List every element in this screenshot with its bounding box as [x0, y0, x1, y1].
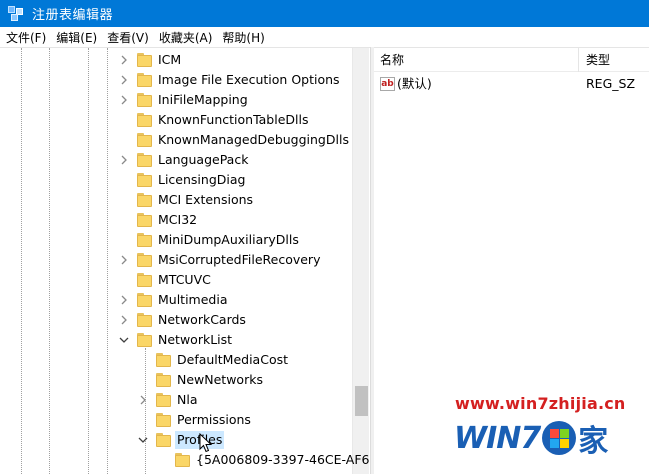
folder-icon: [137, 113, 152, 127]
folder-icon: [137, 313, 152, 327]
value-type: REG_SZ: [586, 76, 636, 91]
scrollbar-thumb[interactable]: [355, 386, 368, 416]
list-column-headers: 名称 类型: [374, 48, 649, 72]
tree-item[interactable]: KnownFunctionTableDlls: [0, 110, 352, 130]
folder-icon: [137, 133, 152, 147]
tree-item[interactable]: Multimedia: [0, 290, 352, 310]
tree-item[interactable]: NetworkCards: [0, 310, 352, 330]
value-name: (默认): [397, 76, 432, 91]
tree-item-label: Nla: [177, 392, 198, 407]
menu-favorites[interactable]: 收藏夹(A): [157, 29, 221, 46]
folder-icon: [137, 173, 152, 187]
tree-item[interactable]: MTCUVC: [0, 270, 352, 290]
tree-item[interactable]: Nla: [0, 390, 352, 410]
tree-item-label: MCI Extensions: [158, 192, 254, 207]
tree-item-label: NetworkCards: [158, 312, 246, 327]
folder-icon: [137, 153, 152, 167]
menu-bar: 文件(F) 编辑(E) 查看(V) 收藏夹(A) 帮助(H): [0, 27, 649, 47]
tree-item-label: LicensingDiag: [158, 172, 246, 187]
tree-vertical-scrollbar[interactable]: [352, 48, 369, 474]
watermark-url: www.win7zhijia.cn: [455, 394, 626, 413]
folder-icon: [137, 193, 152, 207]
chevron-right-icon[interactable]: [118, 53, 130, 67]
folder-icon: [175, 453, 190, 467]
windows-logo-icon: [542, 421, 577, 455]
chevron-right-icon[interactable]: [118, 313, 130, 327]
folder-icon: [156, 413, 171, 427]
folder-icon: [137, 213, 152, 227]
folder-icon: [137, 253, 152, 267]
tree-item-label: DefaultMediaCost: [177, 352, 289, 367]
chevron-right-icon[interactable]: [118, 73, 130, 87]
folder-icon: [156, 353, 171, 367]
tree-item-label: IniFileMapping: [158, 92, 248, 107]
tree-item-label: Permissions: [177, 412, 251, 427]
tree-item[interactable]: MCI Extensions: [0, 190, 352, 210]
tree-item[interactable]: Image File Execution Options: [0, 70, 352, 90]
tree-item[interactable]: KnownManagedDebuggingDlls: [0, 130, 352, 150]
tree-item[interactable]: MiniDumpAuxiliaryDlls: [0, 230, 352, 250]
menu-edit[interactable]: 编辑(E): [54, 29, 105, 46]
tree-item-label: MiniDumpAuxiliaryDlls: [158, 232, 299, 247]
column-header-type[interactable]: 类型: [580, 48, 649, 72]
menu-file[interactable]: 文件(F): [4, 29, 54, 46]
tree-item[interactable]: ICM: [0, 50, 352, 70]
tree-item[interactable]: MsiCorruptedFileRecovery: [0, 250, 352, 270]
folder-icon: [156, 393, 171, 407]
watermark-logo-text: WIN7: [454, 420, 541, 456]
tree-item-label: {5A006809-3397-46CE-AF6: [196, 452, 370, 467]
folder-icon: [137, 273, 152, 287]
chevron-right-icon[interactable]: [137, 393, 149, 407]
string-value-icon: ab: [380, 77, 395, 91]
tree-item[interactable]: Profiles: [0, 430, 352, 450]
list-item[interactable]: ab (默认) REG_SZ: [374, 74, 649, 94]
window-title: 注册表编辑器: [32, 8, 114, 23]
chevron-down-icon[interactable]: [137, 433, 149, 447]
watermark-logo: WIN7 家: [454, 416, 608, 460]
tree-item-label: ICM: [158, 52, 182, 67]
tree-item-label: MTCUVC: [158, 272, 211, 287]
tree-item[interactable]: LanguagePack: [0, 150, 352, 170]
chevron-right-icon[interactable]: [118, 93, 130, 107]
folder-icon: [137, 293, 152, 307]
chevron-right-icon[interactable]: [118, 153, 130, 167]
registry-editor-icon: [8, 5, 24, 22]
mouse-pointer-icon: [199, 433, 213, 453]
folder-icon: [137, 233, 152, 247]
tree-item[interactable]: Permissions: [0, 410, 352, 430]
tree-item[interactable]: NewNetworks: [0, 370, 352, 390]
folder-icon: [156, 373, 171, 387]
chevron-down-icon[interactable]: [118, 333, 130, 347]
folder-icon: [137, 333, 152, 347]
tree-item-label: KnownFunctionTableDlls: [158, 112, 309, 127]
column-header-name[interactable]: 名称: [374, 48, 579, 72]
tree-item-label: Multimedia: [158, 292, 228, 307]
tree-item[interactable]: MCI32: [0, 210, 352, 230]
tree-item-label: LanguagePack: [158, 152, 249, 167]
watermark: www.win7zhijia.cn WIN7 家: [448, 392, 648, 474]
tree-item[interactable]: IniFileMapping: [0, 90, 352, 110]
folder-icon: [156, 433, 171, 447]
menu-view[interactable]: 查看(V): [105, 29, 157, 46]
menu-help[interactable]: 帮助(H): [220, 29, 272, 46]
tree-item[interactable]: LicensingDiag: [0, 170, 352, 190]
watermark-logo-suffix: 家: [578, 424, 609, 459]
folder-icon: [137, 93, 152, 107]
tree-item-label: MCI32: [158, 212, 198, 227]
tree-item[interactable]: {5A006809-3397-46CE-AF6: [0, 450, 369, 470]
chevron-right-icon[interactable]: [118, 293, 130, 307]
chevron-right-icon[interactable]: [118, 253, 130, 267]
tree-item-label: MsiCorruptedFileRecovery: [158, 252, 321, 267]
folder-icon: [137, 73, 152, 87]
tree-item[interactable]: DefaultMediaCost: [0, 350, 352, 370]
tree-item-label: NetworkList: [158, 332, 233, 347]
tree-item[interactable]: NetworkList: [0, 330, 352, 350]
tree-item-label: KnownManagedDebuggingDlls: [158, 132, 349, 147]
folder-icon: [137, 53, 152, 67]
registry-tree[interactable]: ICM Image File Execution Options IniFileMa…: [0, 47, 370, 474]
tree-item-label: Image File Execution Options: [158, 72, 340, 87]
title-bar[interactable]: 注册表编辑器: [0, 0, 649, 27]
tree-item-label: NewNetworks: [177, 372, 263, 387]
